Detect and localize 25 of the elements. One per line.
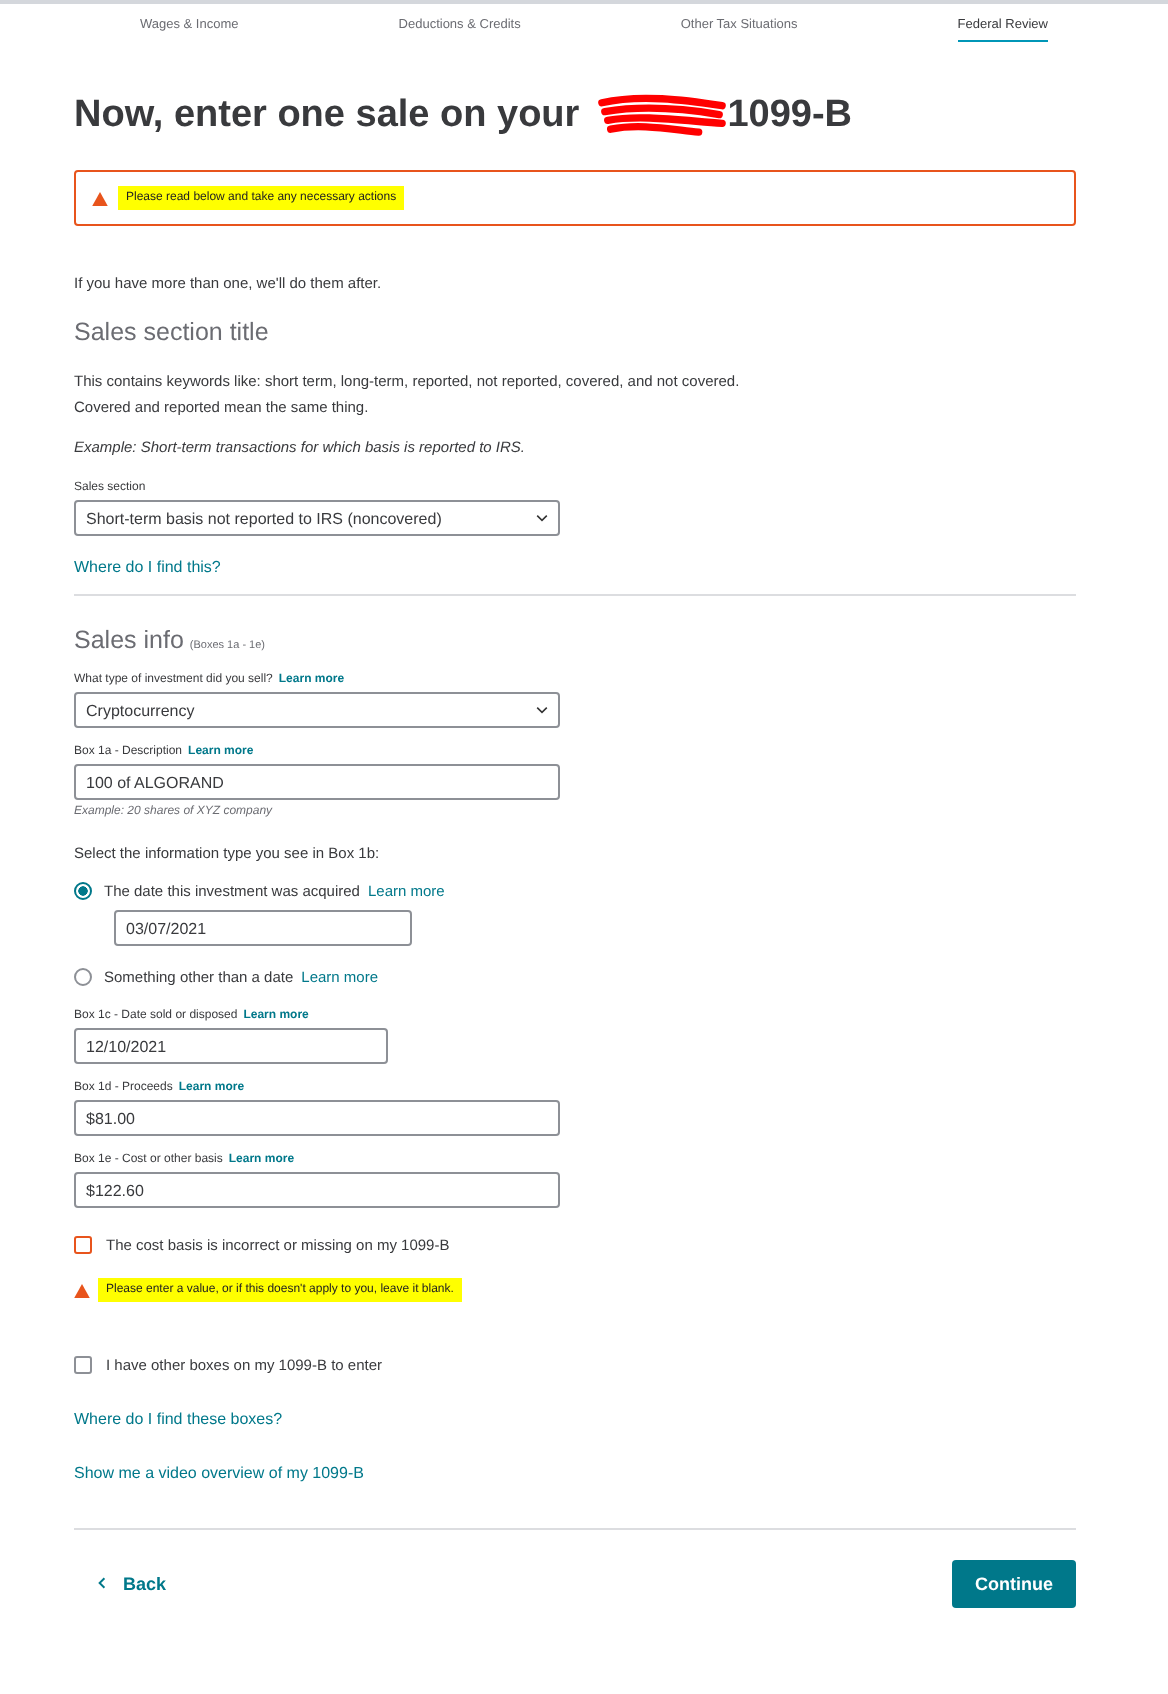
sales-section-select[interactable]: Short-term basis not reported to IRS (noncovered) (74, 500, 560, 536)
help-link[interactable]: Show me a video overview of my 1099-B (74, 1464, 364, 1482)
continue-button[interactable]: Continue (952, 1560, 1076, 1608)
section-title: Sales section title (74, 318, 269, 346)
investment-type-select[interactable]: Cryptocurrency (74, 692, 560, 728)
back-button[interactable]: Back (74, 1562, 191, 1606)
input-field[interactable]: $122.60 (74, 1172, 560, 1208)
warning-icon (74, 1283, 90, 1297)
date-field[interactable]: 03/07/2021 (114, 910, 412, 946)
help-link[interactable]: Where do I find these boxes? (74, 1410, 283, 1428)
radio-button[interactable] (74, 968, 92, 986)
radio-button[interactable] (74, 882, 92, 900)
warning-icon (92, 191, 108, 205)
help-link[interactable]: Where do I find this? (74, 558, 221, 576)
chevron-down-icon (536, 514, 548, 522)
checkbox[interactable] (74, 1236, 92, 1254)
checkbox[interactable] (74, 1356, 92, 1374)
chevron-down-icon (536, 706, 548, 714)
section-title: Sales info (74, 626, 184, 654)
input-field[interactable]: 12/10/2021 (74, 1028, 388, 1064)
page-heading: Now, enter one sale on your (74, 94, 580, 138)
input-field[interactable]: $81.00 (74, 1100, 560, 1136)
chevron-left-icon (98, 1576, 106, 1590)
form-name: 1099-B (727, 94, 853, 138)
input-field[interactable]: 100 of ALGORAND (74, 764, 560, 800)
